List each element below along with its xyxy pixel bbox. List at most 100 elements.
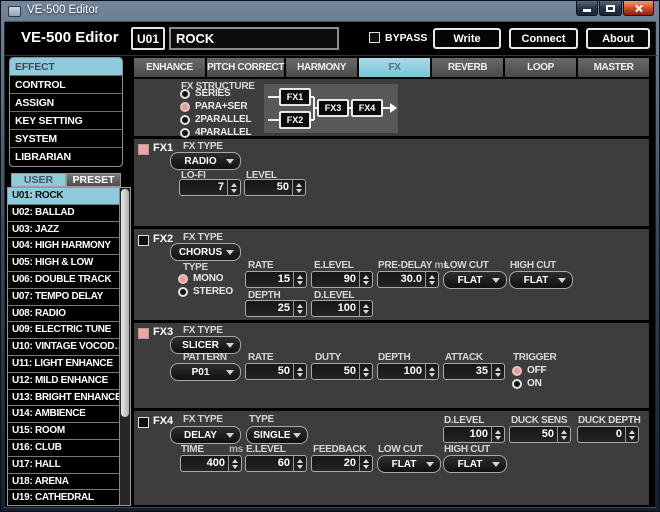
spinner-arrows-icon[interactable] bbox=[293, 456, 306, 471]
radio-4parallel[interactable]: 4PARALLEL bbox=[180, 127, 251, 138]
fx2-lowcut-select[interactable]: FLAT bbox=[443, 271, 507, 289]
spinner-arrows-icon[interactable] bbox=[425, 364, 438, 379]
fx3-rate-spinner[interactable]: 50 bbox=[245, 363, 307, 380]
about-button[interactable]: About bbox=[586, 28, 650, 49]
minimize-button[interactable] bbox=[576, 1, 598, 16]
patch-list-scrollbar[interactable] bbox=[119, 188, 130, 505]
spinner-arrows-icon[interactable] bbox=[359, 364, 372, 379]
radio-para-ser[interactable]: PARA+SER bbox=[180, 101, 247, 112]
connect-button[interactable]: Connect bbox=[509, 28, 578, 49]
patch-list-item[interactable]: U11: LIGHT ENHANCE bbox=[8, 356, 119, 373]
fx3-duty-spinner[interactable]: 50 bbox=[311, 363, 373, 380]
fx1-level-spinner[interactable]: 50 bbox=[244, 179, 306, 196]
spinner-arrows-icon[interactable] bbox=[491, 364, 504, 379]
patch-list-item[interactable]: U06: DOUBLE TRACK bbox=[8, 272, 119, 289]
fx1-enable-checkbox[interactable] bbox=[138, 144, 149, 155]
sidebar-item-librarian[interactable]: LIBRARIAN bbox=[10, 148, 122, 166]
bypass-checkbox[interactable] bbox=[369, 32, 380, 43]
patch-list-item[interactable]: U08: RADIO bbox=[8, 306, 119, 323]
sidebar-item-effect[interactable]: EFFECT bbox=[10, 58, 122, 76]
patch-list-item[interactable]: U01: ROCK bbox=[8, 188, 119, 205]
tab-loop[interactable]: LOOP bbox=[505, 58, 576, 77]
fx3-enable-checkbox[interactable] bbox=[138, 328, 149, 339]
spinner-arrows-icon[interactable] bbox=[228, 456, 241, 471]
radio-series[interactable]: SERIES bbox=[180, 88, 230, 99]
fx3-depth-spinner[interactable]: 100 bbox=[377, 363, 439, 380]
fx4-feedback-spinner[interactable]: 20 bbox=[311, 455, 373, 472]
fx4-fx-type-select[interactable]: DELAY bbox=[170, 426, 241, 444]
fx3-trigger-on-radio[interactable]: ON bbox=[512, 378, 542, 389]
patch-name-input[interactable] bbox=[169, 27, 339, 50]
tab-preset[interactable]: PRESET bbox=[66, 173, 121, 187]
sidebar-item-control[interactable]: CONTROL bbox=[10, 76, 122, 94]
tab-harmony[interactable]: HARMONY bbox=[286, 58, 357, 77]
fx2-highcut-select[interactable]: FLAT bbox=[509, 271, 573, 289]
spinner-arrows-icon[interactable] bbox=[293, 272, 306, 287]
fx4-duckdepth-spinner[interactable]: 0 bbox=[577, 426, 639, 443]
fx2-radio-stereo[interactable]: STEREO bbox=[178, 286, 233, 297]
sidebar-item-system[interactable]: SYSTEM bbox=[10, 130, 122, 148]
patch-list-item[interactable]: U05: HIGH & LOW bbox=[8, 255, 119, 272]
fx2-enable-checkbox[interactable] bbox=[138, 235, 149, 246]
fx2-predelay-spinner[interactable]: 30.0 bbox=[377, 271, 439, 288]
spinner-arrows-icon[interactable] bbox=[359, 301, 372, 316]
patch-list-item[interactable]: U18: ARENA bbox=[8, 474, 119, 491]
spinner-arrows-icon[interactable] bbox=[293, 364, 306, 379]
spinner-arrows-icon[interactable] bbox=[625, 427, 638, 442]
spinner-arrows-icon[interactable] bbox=[293, 301, 306, 316]
fx4-type-select[interactable]: SINGLE bbox=[246, 426, 308, 444]
patch-list-item[interactable]: U17: HALL bbox=[8, 457, 119, 474]
fx4-dlevel-spinner[interactable]: 100 bbox=[443, 426, 505, 443]
spinner-arrows-icon[interactable] bbox=[491, 427, 504, 442]
tab-fx[interactable]: FX bbox=[359, 58, 430, 77]
spinner-arrows-icon[interactable] bbox=[359, 272, 372, 287]
write-button[interactable]: Write bbox=[433, 28, 501, 49]
fx4-lowcut-select[interactable]: FLAT bbox=[377, 455, 441, 473]
patch-list-item[interactable]: U07: TEMPO DELAY bbox=[8, 289, 119, 306]
spinner-arrows-icon[interactable] bbox=[292, 180, 305, 195]
fx3-pattern-select[interactable]: P01 bbox=[170, 363, 241, 381]
fx2-rate-spinner[interactable]: 15 bbox=[245, 271, 307, 288]
patch-list-item[interactable]: U10: VINTAGE VOCOD… bbox=[8, 339, 119, 356]
close-button[interactable] bbox=[623, 1, 654, 16]
fx2-dlevel-spinner[interactable]: 100 bbox=[311, 300, 373, 317]
patch-list-item[interactable]: U14: AMBIENCE bbox=[8, 406, 119, 423]
fx4-time-spinner[interactable]: 400 bbox=[180, 455, 242, 472]
sidebar-item-key-setting[interactable]: KEY SETTING bbox=[10, 112, 122, 130]
patch-list-item[interactable]: U13: BRIGHT ENHANCE bbox=[8, 390, 119, 407]
spinner-arrows-icon[interactable] bbox=[425, 272, 438, 287]
fx3-attack-spinner[interactable]: 35 bbox=[443, 363, 505, 380]
scrollbar-thumb[interactable] bbox=[121, 189, 129, 417]
tab-reverb[interactable]: REVERB bbox=[432, 58, 503, 77]
patch-list-item[interactable]: U09: ELECTRIC TUNE bbox=[8, 322, 119, 339]
tab-pitch-correct[interactable]: PITCH CORRECT bbox=[207, 58, 284, 77]
fx4-elevel-spinner[interactable]: 60 bbox=[245, 455, 307, 472]
spinner-arrows-icon[interactable] bbox=[557, 427, 570, 442]
chevron-down-icon bbox=[426, 462, 434, 467]
patch-list-item[interactable]: U03: JAZZ bbox=[8, 222, 119, 239]
fx1-lofi-spinner[interactable]: 7 bbox=[179, 179, 241, 196]
patch-list-item[interactable]: U12: MILD ENHANCE bbox=[8, 373, 119, 390]
radio-2parallel[interactable]: 2PARALLEL bbox=[180, 114, 251, 125]
patch-list-item[interactable]: U16: CLUB bbox=[8, 440, 119, 457]
patch-list-item[interactable]: U02: BALLAD bbox=[8, 205, 119, 222]
spinner-arrows-icon[interactable] bbox=[227, 180, 240, 195]
fx1-fx-type-select[interactable]: RADIO bbox=[170, 152, 241, 170]
tab-user[interactable]: USER bbox=[11, 173, 66, 187]
tab-enhance[interactable]: ENHANCE bbox=[134, 58, 205, 77]
fx3-trigger-off-radio[interactable]: OFF bbox=[512, 365, 546, 376]
spinner-arrows-icon[interactable] bbox=[359, 456, 372, 471]
patch-list-item[interactable]: U15: ROOM bbox=[8, 423, 119, 440]
patch-list-item[interactable]: U04: HIGH HARMONY bbox=[8, 238, 119, 255]
fx2-fx-type-select[interactable]: CHORUS bbox=[170, 243, 241, 261]
fx4-highcut-select[interactable]: FLAT bbox=[443, 455, 507, 473]
fx2-radio-mono[interactable]: MONO bbox=[178, 273, 223, 284]
patch-list-item[interactable]: U19: CATHEDRAL bbox=[8, 490, 119, 506]
tab-master[interactable]: MASTER bbox=[578, 58, 649, 77]
fx2-depth-spinner[interactable]: 25 bbox=[245, 300, 307, 317]
sidebar-item-assign[interactable]: ASSIGN bbox=[10, 94, 122, 112]
fx4-ducksens-spinner[interactable]: 50 bbox=[509, 426, 571, 443]
maximize-button[interactable] bbox=[599, 1, 622, 16]
fx4-enable-checkbox[interactable] bbox=[138, 417, 149, 428]
fx2-elevel-spinner[interactable]: 90 bbox=[311, 271, 373, 288]
